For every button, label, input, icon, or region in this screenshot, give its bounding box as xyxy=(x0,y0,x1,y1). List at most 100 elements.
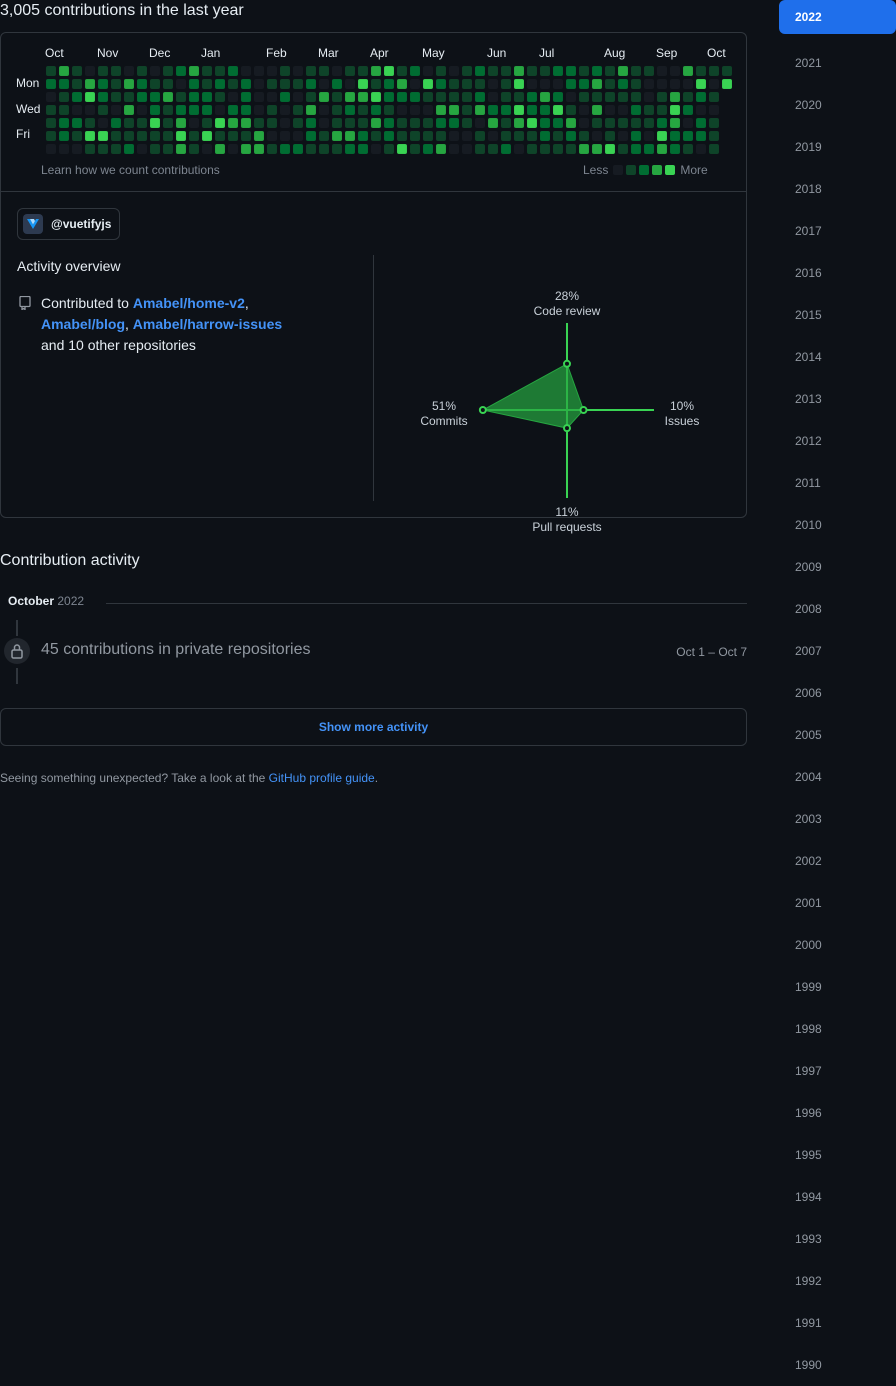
calendar-day-cell[interactable] xyxy=(423,105,433,115)
calendar-day-cell[interactable] xyxy=(267,92,277,102)
calendar-day-cell[interactable] xyxy=(59,105,69,115)
calendar-day-cell[interactable] xyxy=(592,118,602,128)
year-link-2008[interactable]: 2008 xyxy=(779,588,896,630)
calendar-day-cell[interactable] xyxy=(85,131,95,141)
calendar-day-cell[interactable] xyxy=(163,66,173,76)
calendar-day-cell[interactable] xyxy=(267,66,277,76)
calendar-day-cell[interactable] xyxy=(215,144,225,154)
calendar-day-cell[interactable] xyxy=(501,66,511,76)
calendar-day-cell[interactable] xyxy=(501,144,511,154)
year-link-2018[interactable]: 2018 xyxy=(779,168,896,210)
calendar-day-cell[interactable] xyxy=(241,92,251,102)
calendar-day-cell[interactable] xyxy=(59,118,69,128)
calendar-day-cell[interactable] xyxy=(592,105,602,115)
calendar-day-cell[interactable] xyxy=(176,66,186,76)
calendar-day-cell[interactable] xyxy=(436,118,446,128)
calendar-day-cell[interactable] xyxy=(137,66,147,76)
calendar-day-cell[interactable] xyxy=(254,66,264,76)
calendar-day-cell[interactable] xyxy=(553,92,563,102)
calendar-day-cell[interactable] xyxy=(293,105,303,115)
calendar-day-cell[interactable] xyxy=(475,131,485,141)
year-link-2021[interactable]: 2021 xyxy=(779,42,896,84)
calendar-day-cell[interactable] xyxy=(683,66,693,76)
repo-link[interactable]: Amabel/blog xyxy=(41,316,125,332)
calendar-day-cell[interactable] xyxy=(501,79,511,89)
calendar-day-cell[interactable] xyxy=(605,105,615,115)
calendar-day-cell[interactable] xyxy=(72,144,82,154)
calendar-day-cell[interactable] xyxy=(46,79,56,89)
calendar-day-cell[interactable] xyxy=(488,92,498,102)
calendar-day-cell[interactable] xyxy=(423,131,433,141)
calendar-day-cell[interactable] xyxy=(371,105,381,115)
calendar-day-cell[interactable] xyxy=(527,105,537,115)
calendar-day-cell[interactable] xyxy=(371,144,381,154)
calendar-day-cell[interactable] xyxy=(397,66,407,76)
year-link-1991[interactable]: 1991 xyxy=(779,1302,896,1344)
calendar-day-cell[interactable] xyxy=(436,66,446,76)
year-link-2013[interactable]: 2013 xyxy=(779,378,896,420)
calendar-day-cell[interactable] xyxy=(254,118,264,128)
calendar-day-cell[interactable] xyxy=(540,144,550,154)
calendar-day-cell[interactable] xyxy=(410,105,420,115)
calendar-day-cell[interactable] xyxy=(579,144,589,154)
calendar-day-cell[interactable] xyxy=(644,79,654,89)
calendar-day-cell[interactable] xyxy=(670,144,680,154)
calendar-day-cell[interactable] xyxy=(319,105,329,115)
calendar-day-cell[interactable] xyxy=(696,105,706,115)
calendar-day-cell[interactable] xyxy=(384,131,394,141)
calendar-day-cell[interactable] xyxy=(709,79,719,89)
calendar-day-cell[interactable] xyxy=(657,66,667,76)
calendar-day-cell[interactable] xyxy=(358,79,368,89)
calendar-day-cell[interactable] xyxy=(618,79,628,89)
calendar-day-cell[interactable] xyxy=(462,131,472,141)
year-link-2000[interactable]: 2000 xyxy=(779,924,896,966)
calendar-day-cell[interactable] xyxy=(150,92,160,102)
calendar-day-cell[interactable] xyxy=(98,92,108,102)
calendar-day-cell[interactable] xyxy=(527,131,537,141)
year-link-2019[interactable]: 2019 xyxy=(779,126,896,168)
calendar-day-cell[interactable] xyxy=(176,79,186,89)
calendar-day-cell[interactable] xyxy=(358,131,368,141)
calendar-day-cell[interactable] xyxy=(241,118,251,128)
calendar-day-cell[interactable] xyxy=(124,105,134,115)
calendar-day-cell[interactable] xyxy=(475,118,485,128)
calendar-day-cell[interactable] xyxy=(410,66,420,76)
private-contributions-text[interactable]: 45 contributions in private repositories xyxy=(41,641,310,659)
calendar-day-cell[interactable] xyxy=(683,79,693,89)
calendar-day-cell[interactable] xyxy=(332,131,342,141)
calendar-day-cell[interactable] xyxy=(566,131,576,141)
calendar-day-cell[interactable] xyxy=(527,118,537,128)
calendar-day-cell[interactable] xyxy=(696,118,706,128)
year-link-1998[interactable]: 1998 xyxy=(779,1008,896,1050)
calendar-day-cell[interactable] xyxy=(358,66,368,76)
calendar-day-cell[interactable] xyxy=(423,79,433,89)
calendar-day-cell[interactable] xyxy=(228,131,238,141)
year-link-2005[interactable]: 2005 xyxy=(779,714,896,756)
calendar-day-cell[interactable] xyxy=(631,79,641,89)
calendar-day-cell[interactable] xyxy=(371,79,381,89)
calendar-day-cell[interactable] xyxy=(644,118,654,128)
calendar-day-cell[interactable] xyxy=(579,66,589,76)
calendar-day-cell[interactable] xyxy=(436,92,446,102)
calendar-day-cell[interactable] xyxy=(228,118,238,128)
calendar-day-cell[interactable] xyxy=(280,144,290,154)
calendar-day-cell[interactable] xyxy=(163,105,173,115)
year-link-2015[interactable]: 2015 xyxy=(779,294,896,336)
calendar-day-cell[interactable] xyxy=(254,92,264,102)
calendar-day-cell[interactable] xyxy=(475,144,485,154)
calendar-day-cell[interactable] xyxy=(111,66,121,76)
calendar-day-cell[interactable] xyxy=(657,105,667,115)
year-link-2010[interactable]: 2010 xyxy=(779,504,896,546)
calendar-day-cell[interactable] xyxy=(150,79,160,89)
calendar-day-cell[interactable] xyxy=(293,118,303,128)
year-link-2022[interactable]: 2022 xyxy=(779,0,896,34)
calendar-day-cell[interactable] xyxy=(670,105,680,115)
calendar-day-cell[interactable] xyxy=(501,92,511,102)
calendar-day-cell[interactable] xyxy=(657,92,667,102)
calendar-day-cell[interactable] xyxy=(137,131,147,141)
calendar-day-cell[interactable] xyxy=(449,118,459,128)
calendar-day-cell[interactable] xyxy=(462,118,472,128)
calendar-day-cell[interactable] xyxy=(410,79,420,89)
calendar-day-cell[interactable] xyxy=(228,79,238,89)
calendar-day-cell[interactable] xyxy=(319,131,329,141)
